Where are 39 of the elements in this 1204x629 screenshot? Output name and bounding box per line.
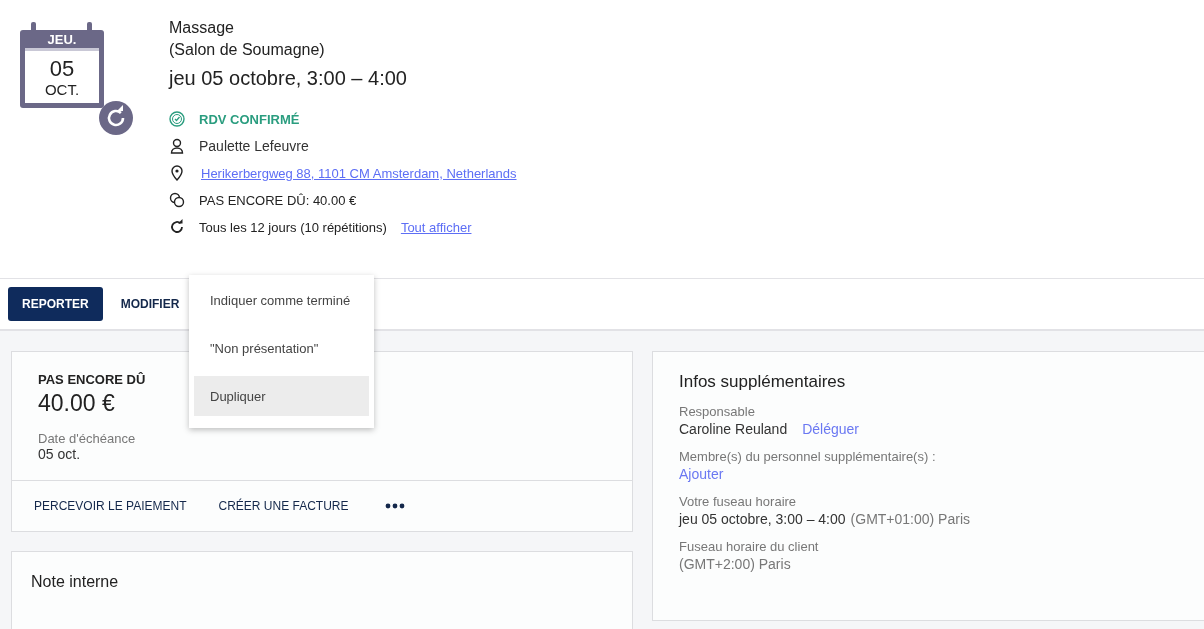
field-label: Votre fuseau horaire (679, 494, 798, 509)
payment-action-button[interactable]: CRÉER UNE FACTURE (206, 495, 361, 517)
timezone-text: (GMT+01:00) Paris (850, 511, 970, 527)
calendar-weekday: JEU. (46, 32, 78, 47)
amount-due: 40.00 € (38, 390, 115, 417)
show-all-link[interactable]: Tout afficher (400, 219, 472, 235)
salon-name: (Salon de Soumagne) (169, 40, 326, 60)
service-name: Massage (169, 18, 235, 38)
field-link[interactable]: Déléguer (802, 421, 859, 437)
menu-item[interactable]: Dupliquer (194, 376, 369, 416)
payment-title: PAS ENCORE DÛ (38, 372, 146, 387)
coins-icon (169, 192, 185, 208)
field-value: jeu 05 octobre, 3:00 – 4:00 (679, 511, 846, 527)
check-circle-icon (169, 111, 185, 127)
calendar-month: OCT. (43, 81, 81, 98)
info-title: Infos supplémentaires (679, 372, 847, 392)
toolbar-button[interactable]: REPORTER (8, 287, 103, 321)
status-text: RDV CONFIRMÉ (199, 111, 300, 127)
repeat-icon (169, 219, 185, 235)
note-title: Note interne (30, 572, 120, 592)
client-name: Paulette Lefeuvre (199, 138, 309, 154)
calendar-day: 05 (20, 56, 104, 82)
more-icon[interactable] (384, 503, 405, 509)
recurrence-text: Tous les 12 jours (10 répétitions) (199, 219, 387, 235)
due-date-value: 05 oct. (38, 446, 81, 462)
field-link[interactable]: Ajouter (679, 466, 724, 482)
field-label: Responsable (679, 404, 756, 419)
field-label: Fuseau horaire du client (679, 539, 820, 554)
field-label: Membre(s) du personnel supplémentaire(s) : (679, 449, 937, 464)
person-icon (169, 138, 185, 154)
timezone-text: (GMT+2:00) Paris (679, 556, 791, 572)
due-date-label: Date d'échéance (38, 431, 136, 446)
location-pin-icon (169, 165, 185, 181)
appointment-datetime: jeu 05 octobre, 3:00 – 4:00 (169, 67, 408, 90)
field-value: Caroline Reuland (679, 421, 788, 437)
payment-action-button[interactable]: PERCEVOIR LE PAIEMENT (22, 495, 199, 517)
payment-status: PAS ENCORE DÛ: 40.00 € (199, 192, 357, 208)
toolbar-button[interactable]: MODIFIER (106, 287, 194, 321)
address-link[interactable]: Herikerbergweg 88, 1101 CM Amsterdam, Netherlands (201, 165, 517, 181)
